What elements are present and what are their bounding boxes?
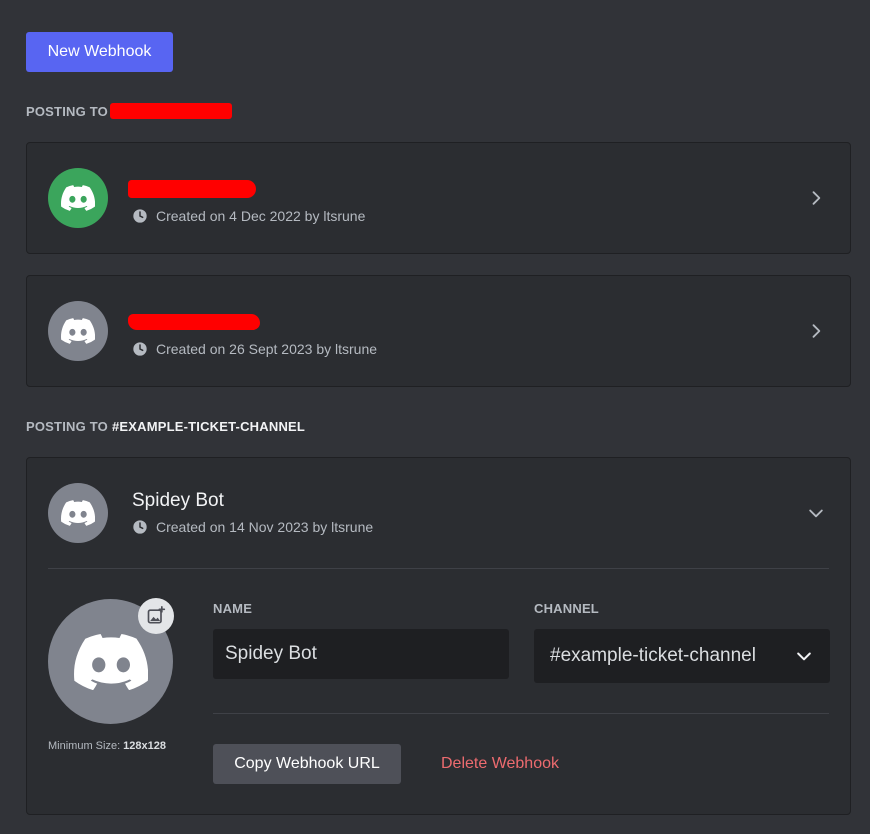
webhook-name xyxy=(128,177,365,201)
name-field-label: NAME xyxy=(213,601,253,616)
webhook-meta: Created on 4 Dec 2022 by ltsrune xyxy=(132,208,365,224)
chevron-right-icon[interactable] xyxy=(806,188,826,208)
clock-icon xyxy=(133,520,147,534)
section-heading-label: POSTING TO xyxy=(26,419,108,434)
redacted-channel-name xyxy=(109,103,232,119)
discord-logo-icon xyxy=(61,318,95,344)
section-heading: POSTING TO xyxy=(26,103,232,119)
webhook-card-header[interactable]: Spidey Bot Created on 14 Nov 2023 by lts… xyxy=(27,458,850,568)
webhook-name xyxy=(128,310,377,334)
new-webhook-button[interactable]: New Webhook xyxy=(26,32,173,72)
redacted-webhook-name xyxy=(128,313,260,330)
copy-webhook-url-button[interactable]: Copy Webhook URL xyxy=(213,744,401,784)
section-heading: POSTING TO #EXAMPLE-TICKET-CHANNEL xyxy=(26,419,305,434)
section-channel-name: #EXAMPLE-TICKET-CHANNEL xyxy=(111,419,306,434)
chevron-right-icon[interactable] xyxy=(806,321,826,341)
channel-select[interactable]: #example-ticket-channel xyxy=(534,629,830,683)
webhook-card-header[interactable]: Created on 4 Dec 2022 by ltsrune xyxy=(27,143,850,253)
webhook-meta: Created on 14 Nov 2023 by ltsrune xyxy=(132,519,373,535)
webhook-meta: Created on 26 Sept 2023 by ltsrune xyxy=(132,341,377,357)
webhook-created-text: Created on 26 Sept 2023 by ltsrune xyxy=(156,341,378,357)
webhook-avatar xyxy=(48,483,108,543)
minimum-size-hint: Minimum Size: 128x128 xyxy=(48,740,166,752)
integrations-webhooks-page: New Webhook POSTING TO Created on 4 Dec … xyxy=(0,0,870,834)
section-heading-label: POSTING TO xyxy=(26,103,108,119)
image-add-icon xyxy=(147,606,166,624)
webhook-card[interactable]: Created on 26 Sept 2023 by ltsrune xyxy=(26,275,851,387)
minimum-size-value: 128x128 xyxy=(123,740,166,752)
webhook-created-text: Created on 4 Dec 2022 by ltsrune xyxy=(156,208,366,224)
chevron-down-icon[interactable] xyxy=(806,503,826,523)
webhook-card[interactable]: Created on 4 Dec 2022 by ltsrune xyxy=(26,142,851,254)
webhook-name: Spidey Bot xyxy=(132,490,224,511)
webhook-avatar xyxy=(48,301,108,361)
discord-logo-icon xyxy=(61,500,95,526)
webhook-name-input[interactable] xyxy=(213,629,509,679)
minimum-size-label: Minimum Size: xyxy=(48,740,121,752)
webhook-created-text: Created on 14 Nov 2023 by ltsrune xyxy=(156,519,374,535)
delete-webhook-button[interactable]: Delete Webhook xyxy=(441,744,559,784)
card-divider xyxy=(48,568,829,569)
discord-logo-icon xyxy=(61,185,95,211)
webhook-card-expanded: Spidey Bot Created on 14 Nov 2023 by lts… xyxy=(26,457,851,815)
clock-icon xyxy=(133,209,147,223)
webhook-card-header[interactable]: Created on 26 Sept 2023 by ltsrune xyxy=(27,276,850,386)
clock-icon xyxy=(133,342,147,356)
redacted-webhook-name xyxy=(128,179,256,198)
discord-logo-icon xyxy=(73,633,148,690)
channel-select-value: #example-ticket-channel xyxy=(550,645,756,666)
webhook-avatar xyxy=(48,168,108,228)
form-divider xyxy=(213,713,829,714)
channel-field-label: CHANNEL xyxy=(534,601,599,616)
upload-image-button[interactable] xyxy=(138,598,174,634)
chevron-down-icon xyxy=(797,652,811,661)
